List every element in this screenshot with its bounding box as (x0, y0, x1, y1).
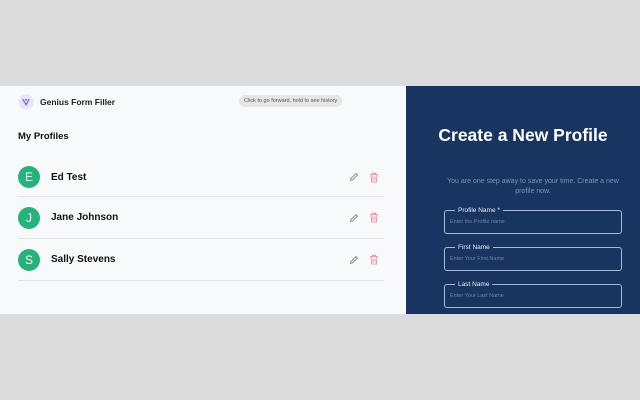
extension-popup: Genius Form Filler Click to go forward, … (0, 86, 640, 314)
profile-list: E Ed Test J Jane Johnson S Sally Stevens (18, 158, 384, 281)
first-name-label: First Name (455, 243, 493, 252)
profile-name[interactable]: Ed Test (51, 172, 86, 183)
trash-icon[interactable] (368, 212, 380, 224)
last-name-field: Last Name (444, 280, 622, 308)
pencil-icon[interactable] (348, 171, 360, 183)
last-name-input[interactable] (450, 290, 610, 302)
profile-name-input[interactable] (450, 216, 610, 228)
profile-row[interactable]: J Jane Johnson (18, 197, 384, 239)
profiles-title: My Profiles (18, 131, 69, 142)
last-name-label: Last Name (455, 280, 493, 289)
trash-icon[interactable] (368, 254, 380, 266)
profiles-panel: Genius Form Filler Click to go forward, … (0, 86, 406, 314)
avatar: J (18, 206, 40, 229)
pencil-icon[interactable] (348, 254, 360, 266)
create-subtitle: You are one step away to save your time.… (447, 178, 619, 195)
profile-name-field: Profile Name * (444, 206, 622, 234)
app-name: Genius Form Filler (40, 97, 116, 107)
profile-name[interactable]: Sally Stevens (51, 254, 115, 265)
first-name-input[interactable] (450, 253, 610, 265)
profile-row[interactable]: S Sally Stevens (18, 239, 384, 281)
trash-icon[interactable] (368, 171, 380, 183)
create-heading: Create a New Profile (438, 125, 608, 145)
navigation-tooltip: Click to go forward, hold to see history (239, 95, 343, 107)
profile-name[interactable]: Jane Johnson (51, 212, 118, 223)
first-name-field: First Name (444, 243, 622, 271)
create-profile-panel: Create a New Profile You are one step aw… (406, 86, 640, 314)
logo-icon (18, 94, 34, 110)
profile-row[interactable]: E Ed Test (18, 158, 384, 197)
profile-name-label: Profile Name * (455, 206, 503, 215)
brand: Genius Form Filler (18, 94, 115, 110)
avatar: E (18, 166, 40, 188)
avatar: S (18, 248, 40, 271)
pencil-icon[interactable] (348, 212, 360, 224)
